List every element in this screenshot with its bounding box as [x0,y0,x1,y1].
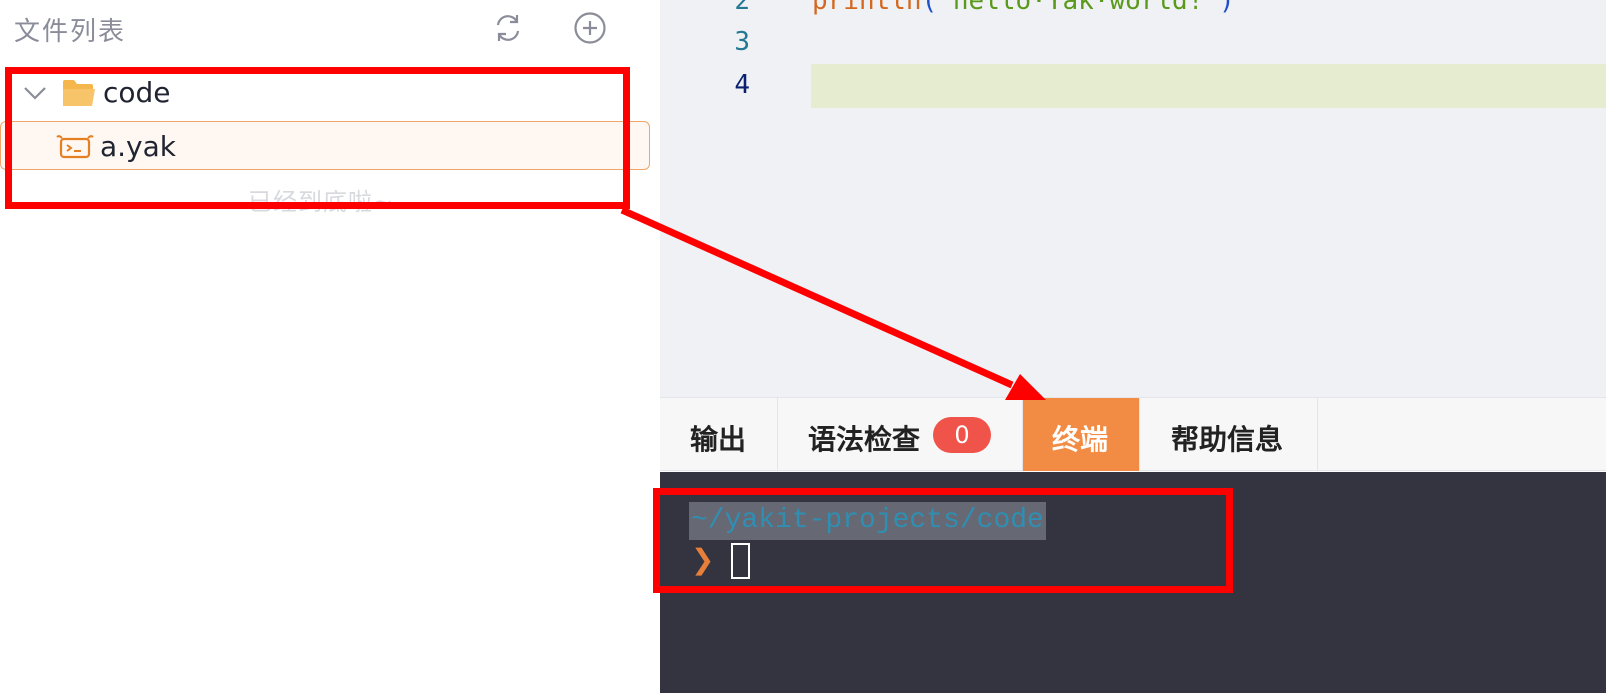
bottom-tab-bar: 输出 语法检查 0 终端 帮助信息 [660,397,1606,471]
line-number: 2 [734,0,750,16]
tab-syntax-check[interactable]: 语法检查 0 [778,398,1023,471]
annotation-box-file-tree [5,67,630,209]
tab-help[interactable]: 帮助信息 [1140,398,1318,471]
code-string: "hello·Yak·world!" [937,0,1219,16]
annotation-box-terminal [653,488,1233,593]
tab-terminal-label: 终端 [1052,423,1109,456]
code-function: println [812,0,922,16]
tab-output[interactable]: 输出 [660,398,778,471]
code-paren-close: ) [1219,0,1235,16]
tab-output-label: 输出 [690,423,747,456]
refresh-icon[interactable] [490,10,526,46]
tab-help-label: 帮助信息 [1171,423,1284,456]
line-number-current: 4 [734,70,750,100]
tab-syntax-check-label: 语法检查 [808,423,921,456]
code-editor[interactable]: 2 println("hello·Yak·world!") 3 4 [660,0,1606,397]
tab-terminal[interactable]: 终端 [1023,398,1140,471]
plus-circle-icon[interactable] [572,10,608,46]
code-line[interactable]: println("hello·Yak·world!") [812,0,1235,16]
current-line-highlight [811,64,1606,108]
app-root: 文件列表 code a.yak 已经到底啦~ 2 println("hello·… [0,0,1606,693]
line-number: 3 [734,27,750,57]
error-count-badge: 0 [933,417,991,453]
file-panel-header: 文件列表 [0,0,660,56]
file-panel-title: 文件列表 [14,17,127,47]
code-paren-open: ( [921,0,938,16]
